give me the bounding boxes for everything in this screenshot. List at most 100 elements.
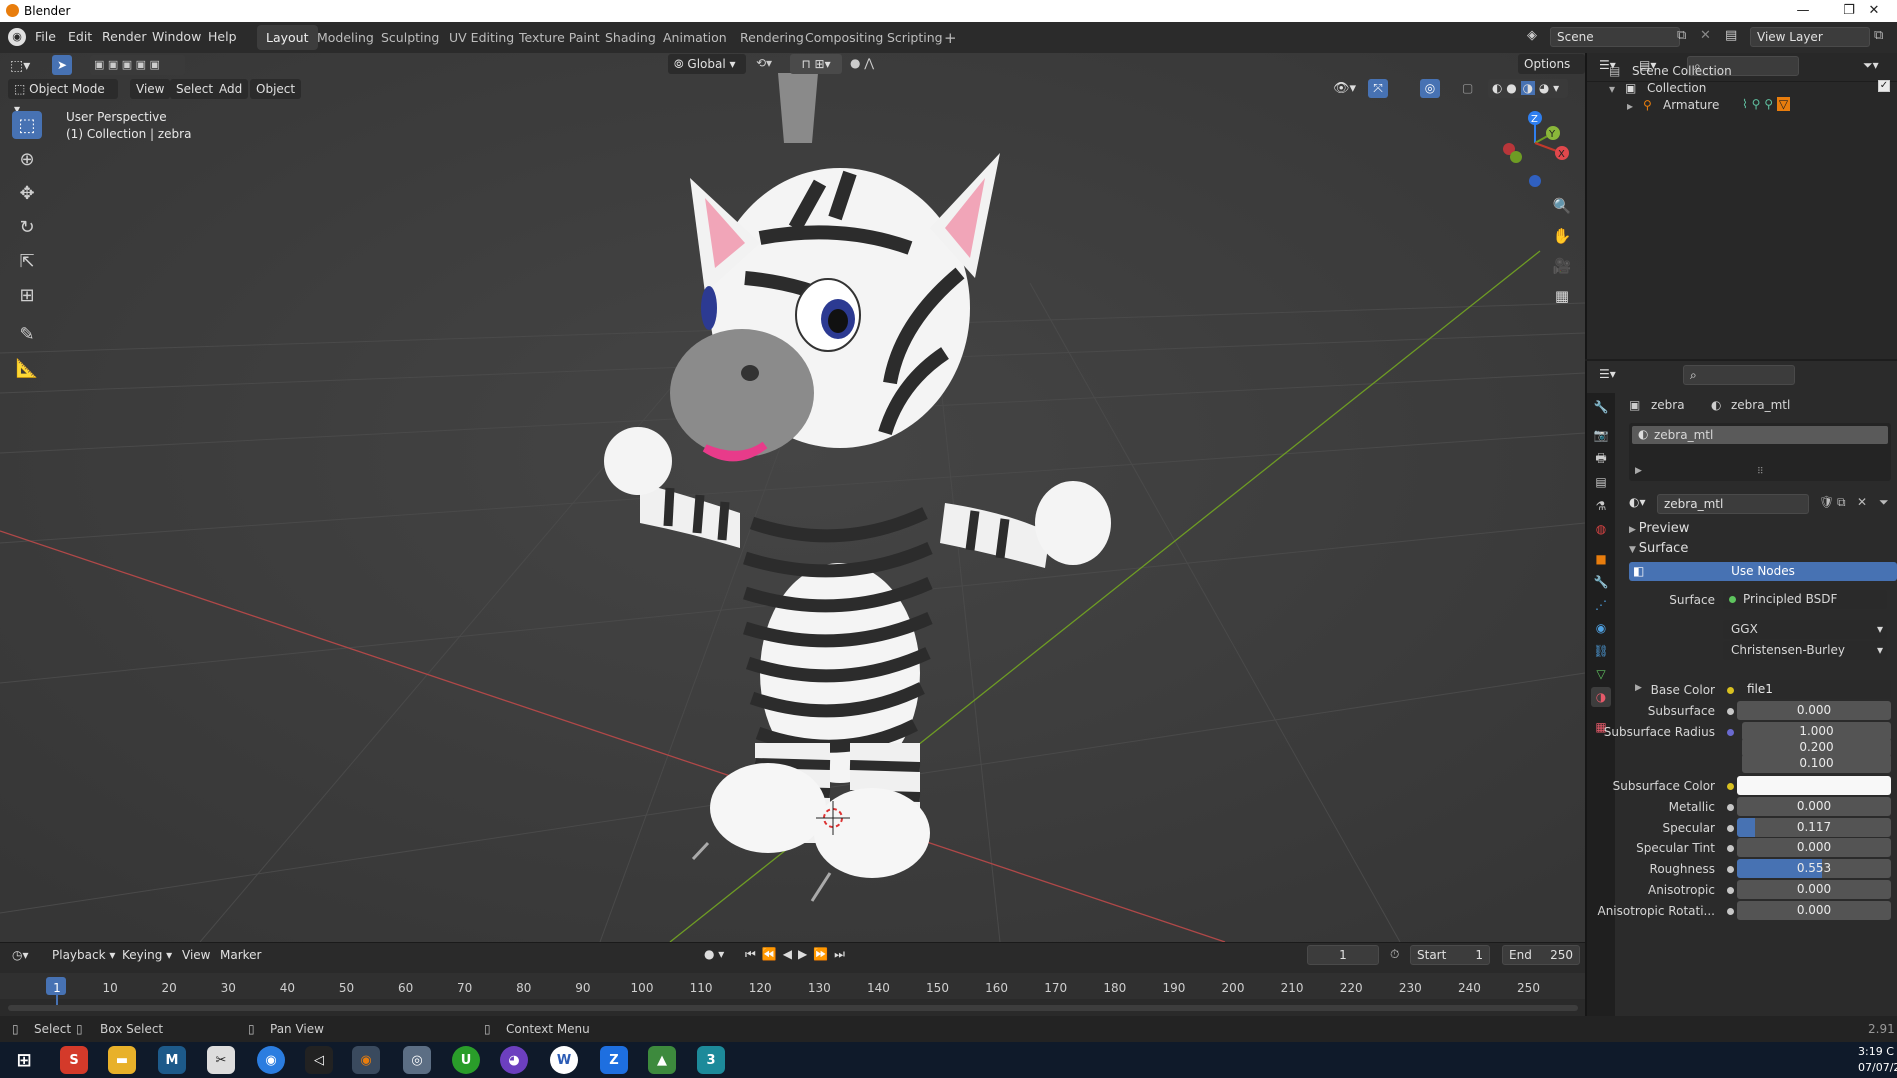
tab-texture-paint[interactable]: Texture Paint [510,25,609,50]
tab-sculpting[interactable]: Sculpting [372,25,448,50]
scene-tab-icon[interactable]: ⚗ [1591,496,1611,516]
subsurface-method-select[interactable]: Christensen-Burley ▾ [1723,641,1887,660]
viewport-menu-object[interactable]: Object [250,79,302,99]
viewport-menu-view[interactable]: View [130,79,171,99]
subsurface-color-swatch[interactable] [1737,776,1891,795]
tool-rotate-icon[interactable]: ↻ [12,213,42,241]
data-tab-icon[interactable]: ▽ [1591,664,1611,684]
ortho-grid-icon[interactable]: ▦ [1548,282,1576,310]
viewport-menu-select[interactable]: Select [170,79,220,99]
armature-label[interactable]: Armature [1663,98,1719,112]
number-field[interactable]: 0.000 [1737,901,1891,920]
timeline-editor-type-icon[interactable]: ◷▾ [12,948,29,962]
physics-tab-icon[interactable]: ◉ [1591,618,1611,638]
number-field[interactable]: 0.000 [1737,838,1891,857]
timeline-menu-keying[interactable]: Keying ▾ [116,945,178,965]
xray-icon[interactable]: ▢ [1462,81,1473,95]
timeline-menu-playback[interactable]: Playback ▾ [46,945,121,965]
gizmo-toggle-icon[interactable]: ⤧ [1368,79,1388,98]
slot-expand-icon[interactable]: ▶ [1635,466,1642,476]
surface-shader-field[interactable]: Principled BSDF [1723,590,1887,609]
3d-viewport[interactable]: Z Y X ⬚▾ ➤ ▣ ▣ ▣ ▣ ▣ ⦾ Global ▾ ⟲▾ ⊓ ⊞▾ … [0,53,1585,942]
playback-controls[interactable]: ⏮⏪◀▶⏩⏭ [745,947,851,962]
number-field[interactable]: 0.000 [1737,880,1891,899]
tab-animation[interactable]: Animation [654,25,736,50]
preview-panel-header[interactable]: ▶ Preview [1629,521,1689,536]
collection-checkbox[interactable]: ✓ [1878,80,1890,92]
editor-type-icon[interactable]: ⬚▾ [10,58,30,74]
material-filter-icon[interactable]: ⏷ [1879,495,1889,510]
new-view-layer-icon[interactable]: ⧉ [1874,28,1883,43]
scene-collection-label[interactable]: Scene Collection [1632,64,1732,78]
number-field[interactable]: 0.100 [1742,754,1891,773]
scene-icon[interactable]: ◈ [1527,28,1537,43]
delete-scene-icon[interactable]: ✕ [1700,28,1711,43]
tool-scale-icon[interactable]: ⇱ [12,247,42,275]
visibility-icon[interactable]: 👁▾ [1333,81,1356,96]
unity-icon[interactable]: ◁ [305,1046,333,1074]
material-slot-item[interactable]: zebra_mtl [1632,426,1888,444]
zoom-icon[interactable]: 🔍 [1548,192,1576,220]
blender-taskbar-icon[interactable]: ◉ [352,1046,380,1074]
new-scene-icon[interactable]: ⧉ [1677,28,1686,43]
socket-dot[interactable] [1727,908,1734,915]
armature-expand-icon[interactable]: ▸ [1627,99,1633,113]
socket-dot[interactable] [1727,845,1734,852]
duplicate-material-icon[interactable]: ⧉ [1837,495,1846,510]
world-tab-icon[interactable]: ◍ [1591,519,1611,539]
menu-render[interactable]: Render [102,29,147,44]
base-color-link-field[interactable]: file1 [1737,680,1891,699]
add-workspace-icon[interactable]: + [944,29,957,47]
distribution-select[interactable]: GGX ▾ [1723,620,1887,639]
tool-measure-icon[interactable]: 📐 [12,354,42,382]
camera-view-icon[interactable]: 🎥 [1548,252,1576,280]
socket-dot[interactable] [1727,825,1734,832]
collection-label[interactable]: Collection [1647,81,1706,95]
android-studio-icon[interactable]: ▲ [648,1046,676,1074]
options-dropdown[interactable]: Options ▾ [1518,54,1585,91]
snap-icon[interactable]: ⊓ ⊞▾ [790,54,842,74]
blender-menu-icon[interactable]: ◉ [8,28,26,46]
preview-range-icon[interactable]: ⏱ [1390,947,1399,962]
mode-selector[interactable]: ⬚ Object Mode ▾ [8,79,118,116]
material-name-field[interactable]: zebra_mtl [1657,494,1809,514]
timeline-menu-view[interactable]: View [176,945,216,965]
fake-user-icon[interactable]: 🛡 [1819,495,1834,509]
tool-move-icon[interactable]: ✥ [12,179,42,207]
socket-dot[interactable] [1727,729,1734,736]
props-editor-type-icon[interactable]: ☰▾ [1599,367,1616,381]
start-frame-field[interactable]: Start 1 [1410,945,1490,965]
tab-scripting[interactable]: Scripting [878,25,952,50]
tool-cursor-icon[interactable]: ⊕ [12,145,42,173]
windows-start-icon[interactable]: ⊞ [10,1046,38,1074]
selection-mode-icons[interactable]: ▣ ▣ ▣ ▣ ▣ [90,55,185,75]
chrome-icon[interactable]: ◉ [257,1046,285,1074]
menu-help[interactable]: Help [208,29,237,44]
shading-mode-icons[interactable]: ◐ ● ◑ ◕ ▾ [1488,79,1568,98]
snagit-app-icon[interactable]: S [60,1046,88,1074]
socket-dot[interactable] [1727,687,1734,694]
properties-search-input[interactable]: ⌕ [1683,365,1795,385]
menu-edit[interactable]: Edit [68,29,92,44]
properties-editor[interactable]: ☰▾ ⌕ 🔧 📷 🖶 ▤ ⚗ ◍ ■ 🔧 ⋰ ◉ ⛓ ▽ ◑ ▦ ▣ zebra… [1585,361,1897,1016]
slider-field[interactable]: 0.553 [1737,859,1891,878]
close-window-button[interactable]: ✕ [1851,0,1897,22]
view-layer-icon[interactable]: ▤ [1725,28,1737,43]
viewport-menu-add[interactable]: Add [213,79,249,99]
view-layer-tab-icon[interactable]: ▤ [1591,472,1611,492]
outliner-filter-icon[interactable]: ⏷▾ [1863,58,1879,73]
socket-dot[interactable] [1727,804,1734,811]
number-field[interactable]: 0.000 [1737,701,1891,720]
view-layer-selector[interactable]: View Layer [1750,27,1870,47]
transform-orientation-select[interactable]: ⦾ Global ▾ [668,54,746,74]
word-app-icon[interactable]: W [550,1046,578,1074]
timeline-editor[interactable]: ◷▾ Playback ▾ Keying ▾ View Marker ● ▾ ⏮… [0,942,1585,1016]
browse-material-icon[interactable]: ◐▾ [1629,495,1646,509]
record-icon[interactable]: ● ▾ [704,947,724,961]
surface-panel-header[interactable]: ▼ Surface [1629,541,1688,556]
socket-dot[interactable] [1727,783,1734,790]
zalo-icon[interactable]: Z [600,1046,628,1074]
output-tab-icon[interactable]: 🖶 [1591,449,1611,469]
menu-window[interactable]: Window [152,29,201,44]
timeline-menu-marker[interactable]: Marker [214,945,267,965]
